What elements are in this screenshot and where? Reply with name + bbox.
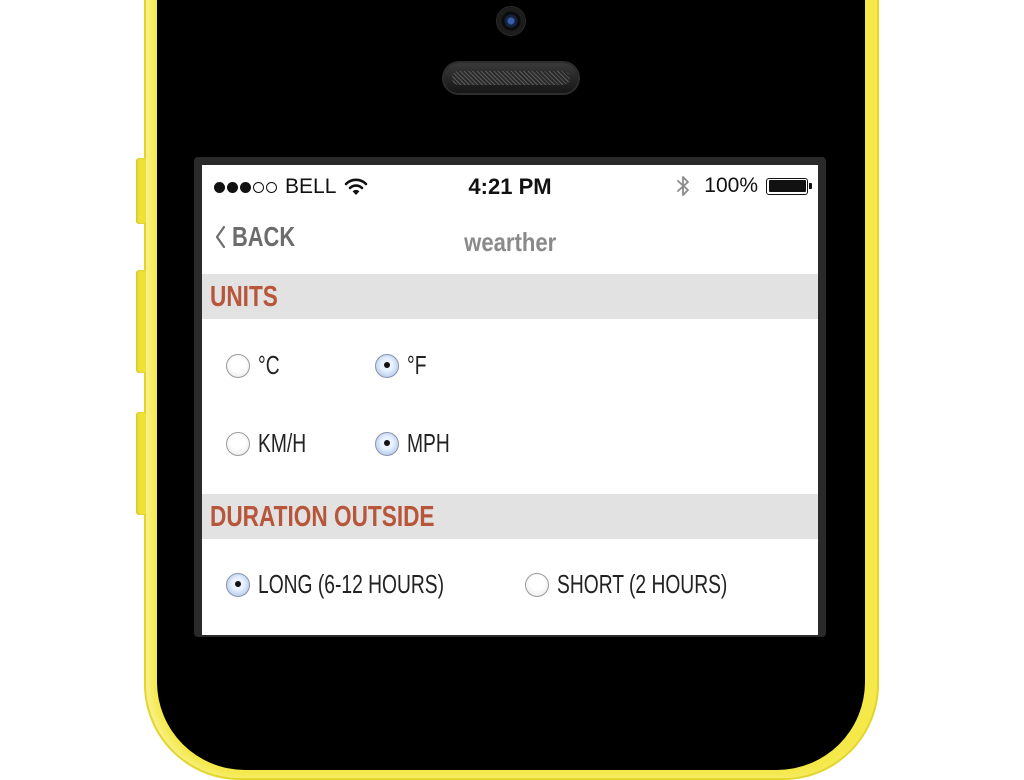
mute-switch (136, 158, 146, 224)
radio-long-duration[interactable] (226, 572, 250, 597)
app-screen: BELL 4:21 PM 100% BACK wearther UNITS °C… (202, 165, 818, 635)
radio-short-duration[interactable] (525, 572, 549, 597)
volume-down-button (136, 412, 146, 515)
radio-kmh[interactable] (226, 431, 250, 456)
volume-up-button (136, 270, 146, 373)
option-short-duration[interactable]: SHORT (2 HOURS) (525, 569, 787, 600)
option-mph[interactable]: MPH (375, 428, 465, 459)
option-long-duration-label: LONG (6-12 HOURS) (258, 569, 445, 599)
option-mph-label: MPH (407, 428, 450, 458)
units-section-header: UNITS (202, 274, 818, 319)
units-section-title: UNITS (210, 281, 278, 313)
option-celsius-label: °C (258, 350, 280, 380)
status-right: 100% (676, 174, 812, 198)
duration-section-title: DURATION OUTSIDE (210, 501, 435, 533)
radio-fahrenheit[interactable] (375, 353, 399, 378)
page-title-text: wearther (463, 227, 557, 257)
earpiece-speaker (444, 63, 578, 93)
option-fahrenheit[interactable]: °F (375, 350, 433, 381)
battery-level-fill (768, 180, 806, 192)
option-kmh-label: KM/H (258, 428, 307, 458)
battery-percentage: 100% (704, 174, 758, 197)
option-kmh[interactable]: KM/H (226, 428, 323, 459)
status-bar: BELL 4:21 PM 100% (202, 165, 818, 209)
radio-mph[interactable] (375, 431, 399, 456)
option-celsius[interactable]: °C (226, 350, 287, 381)
duration-section-header: DURATION OUTSIDE (202, 494, 818, 539)
option-fahrenheit-label: °F (407, 350, 427, 380)
radio-celsius[interactable] (226, 353, 250, 378)
battery-icon (766, 177, 812, 195)
option-long-duration[interactable]: LONG (6-12 HOURS) (226, 569, 509, 600)
front-camera (497, 7, 525, 35)
page-title: wearther (202, 227, 818, 258)
option-short-duration-label: SHORT (2 HOURS) (557, 569, 728, 599)
navigation-bar: BACK wearther (202, 209, 818, 275)
bluetooth-icon (677, 176, 690, 196)
